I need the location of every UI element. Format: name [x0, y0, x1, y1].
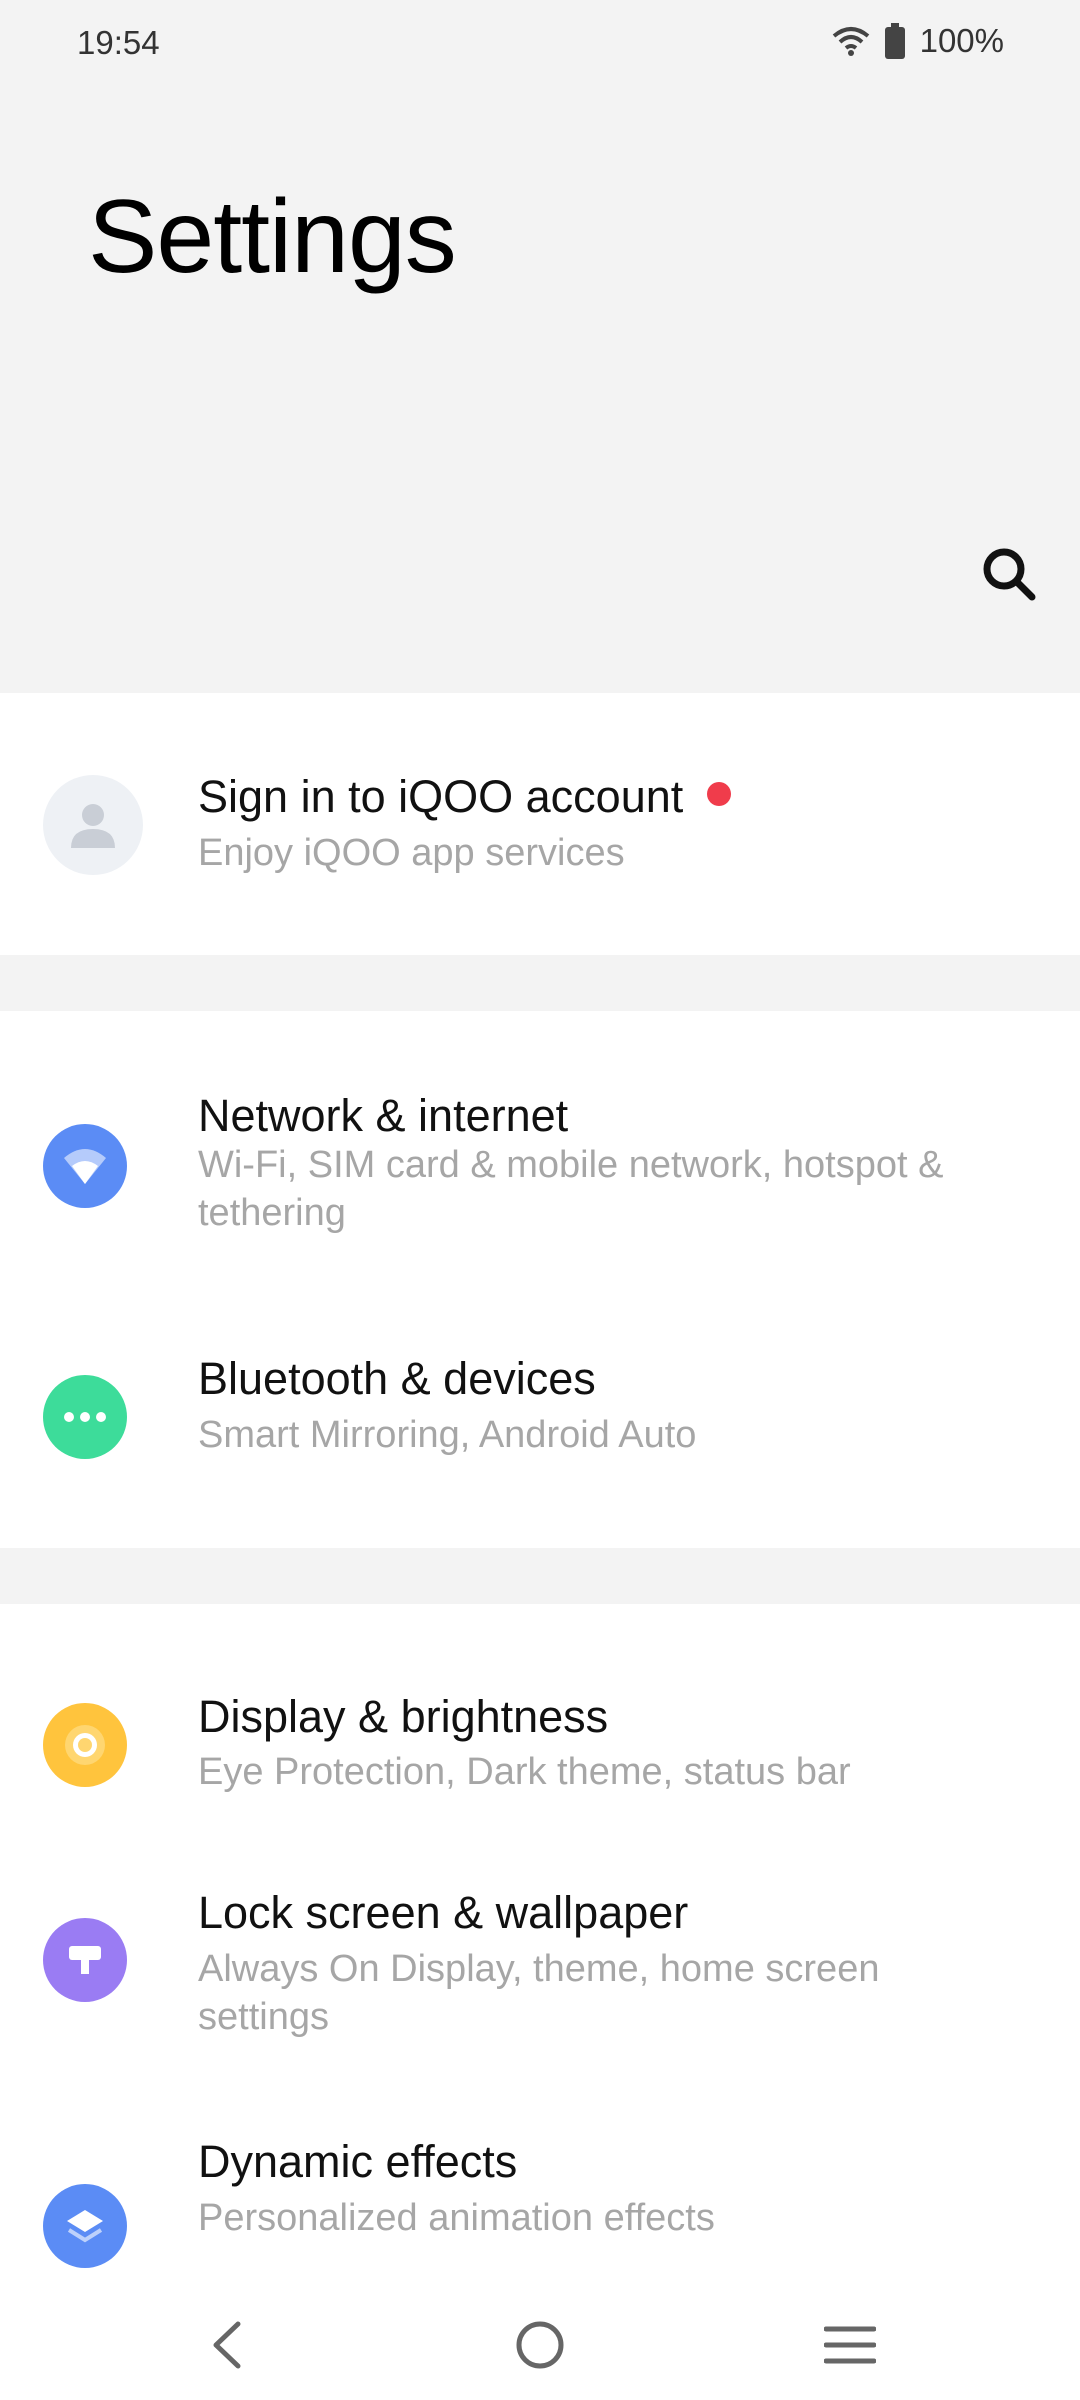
account-title: Sign in to iQOO account [198, 771, 732, 823]
back-icon [213, 2321, 241, 2369]
dynamic-effects-subtitle: Personalized animation effects [198, 2197, 715, 2239]
back-button[interactable] [188, 2305, 268, 2385]
person-icon [71, 804, 115, 848]
account-title-text: Sign in to iQOO account [198, 771, 684, 822]
battery-percentage: 100% [919, 22, 1004, 59]
notification-dot [707, 782, 732, 807]
account-card[interactable]: Sign in to iQOO account Enjoy iQOO app s… [0, 693, 1080, 955]
list-item-dynamic-effects[interactable]: Dynamic effects Personalized animation e… [0, 2084, 1080, 2285]
page-title: Settings [88, 179, 457, 295]
search-icon[interactable] [980, 545, 1040, 605]
status-bar: 19:54 100% [0, 0, 1080, 90]
wallpaper-icon [43, 1918, 127, 2002]
settings-group-personalization: Display & brightness Eye Protection, Dar… [0, 1604, 1080, 2285]
home-icon [516, 2321, 564, 2369]
list-item-bluetooth[interactable]: Bluetooth & devices Smart Mirroring, And… [0, 1271, 1080, 1548]
list-item-display[interactable]: Display & brightness Eye Protection, Dar… [0, 1604, 1080, 1834]
layers-icon [43, 2184, 127, 2268]
bluetooth-title: Bluetooth & devices [198, 1353, 596, 1404]
home-button[interactable] [500, 2305, 580, 2385]
status-time: 19:54 [77, 24, 160, 61]
network-subtitle: Wi-Fi, SIM card & mobile network, hotspo… [198, 1144, 944, 1234]
wifi-icon [832, 27, 869, 56]
header: 19:54 100% Settings [0, 0, 1080, 693]
avatar [43, 775, 143, 875]
settings-group-connectivity: Network & internet Wi-Fi, SIM card & mob… [0, 1011, 1080, 1548]
network-title: Network & internet [198, 1090, 569, 1141]
lockscreen-subtitle: Always On Display, theme, home screen se… [198, 1948, 880, 2038]
dots-icon [43, 1375, 127, 1459]
account-subtitle: Enjoy iQOO app services [198, 832, 625, 874]
wifi-icon [43, 1124, 127, 1208]
display-subtitle: Eye Protection, Dark theme, status bar [198, 1751, 851, 1793]
brightness-icon [43, 1703, 127, 1787]
list-item-lockscreen[interactable]: Lock screen & wallpaper Always On Displa… [0, 1834, 1080, 2084]
menu-icon [824, 2326, 876, 2364]
menu-button[interactable] [810, 2305, 890, 2385]
display-title: Display & brightness [198, 1691, 609, 1742]
battery-icon [884, 23, 905, 59]
dynamic-effects-title: Dynamic effects [198, 2136, 518, 2187]
list-item-network[interactable]: Network & internet Wi-Fi, SIM card & mob… [0, 1011, 1080, 1271]
lockscreen-title: Lock screen & wallpaper [198, 1887, 689, 1938]
navigation-bar [0, 2285, 1080, 2400]
bluetooth-subtitle: Smart Mirroring, Android Auto [198, 1414, 697, 1456]
